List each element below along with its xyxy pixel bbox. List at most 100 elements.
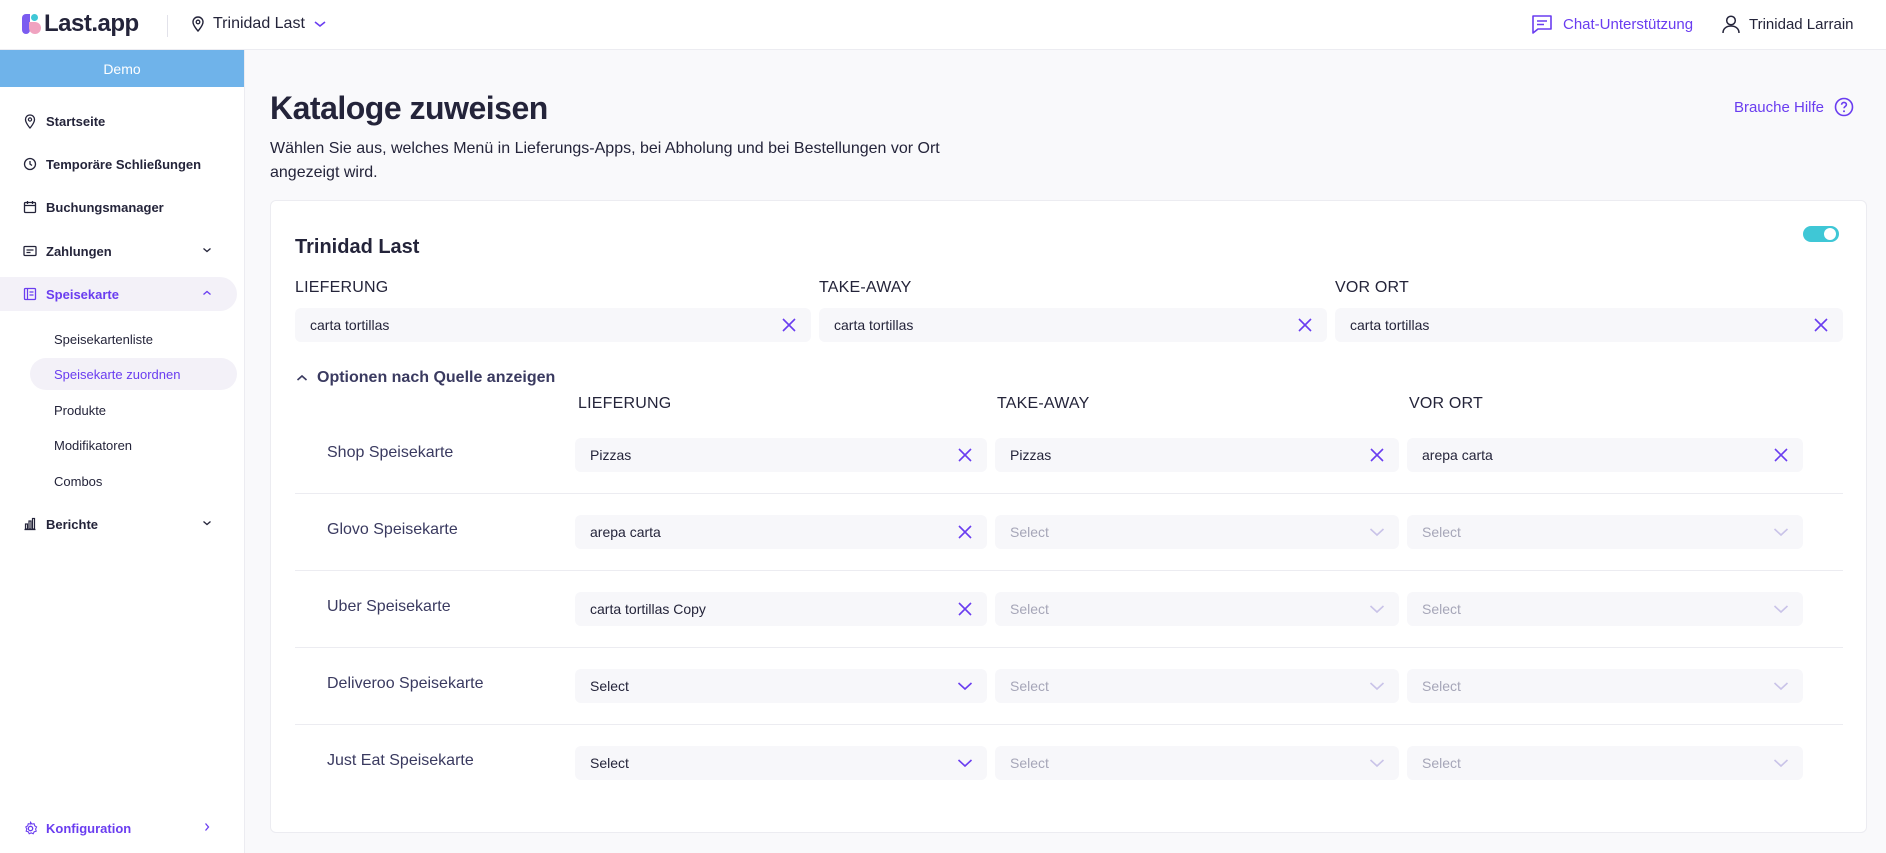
clear-icon[interactable]: [957, 524, 973, 540]
source-select-deliveroo-take-away[interactable]: Select: [995, 669, 1399, 703]
chevron-down-icon: [1773, 682, 1789, 691]
help-label: Brauche Hilfe: [1733, 98, 1824, 116]
sidebar-item-berichte[interactable]: Berichte: [0, 507, 237, 541]
sidebar-item-label: Konfiguration: [46, 820, 132, 836]
source-select-uber-take-away[interactable]: Select: [995, 592, 1399, 626]
logo-mark: [22, 12, 42, 36]
source-select-just-eat-take-away[interactable]: Select: [995, 746, 1399, 780]
location-name: Trinidad Last: [213, 15, 305, 32]
chevron-down-icon: [1369, 759, 1385, 768]
app-logo[interactable]: Last.app: [22, 10, 139, 38]
source-select-uber-vor-ort[interactable]: Select: [1407, 592, 1803, 626]
demo-banner: Demo: [0, 50, 244, 87]
source-select-deliveroo-vor-ort[interactable]: Select: [1407, 669, 1803, 703]
chevron-right-icon: [205, 823, 210, 831]
select-placeholder: Select: [1010, 524, 1049, 540]
clear-icon[interactable]: [1297, 317, 1313, 333]
clear-icon[interactable]: [1773, 447, 1789, 463]
sidebar-item-startseite[interactable]: Startseite: [0, 104, 237, 138]
sidebar-item-label: Buchungsmanager: [46, 199, 164, 215]
select-value: arepa carta: [1422, 447, 1493, 463]
sidebar-item-konfiguration[interactable]: Konfiguration: [0, 811, 237, 845]
column-label-vor-ort: VOR ORT: [1335, 279, 1410, 296]
logo-text: Last.app: [44, 10, 139, 37]
source-select-glovo-vor-ort[interactable]: Select: [1407, 515, 1803, 549]
chevron-up-icon: [296, 374, 308, 381]
sidebar-item-buchungsmanager[interactable]: Buchungsmanager: [0, 190, 237, 224]
chevron-down-icon: [203, 248, 211, 253]
sidebar-subitem-modifikatoren[interactable]: Modifikatoren: [30, 429, 237, 461]
chat-icon: [1532, 15, 1552, 34]
header-divider: [167, 15, 168, 37]
clear-icon[interactable]: [781, 317, 797, 333]
source-select-just-eat-lieferung[interactable]: Select: [575, 746, 987, 780]
menu-icon: [23, 287, 37, 301]
clear-icon[interactable]: [957, 601, 973, 617]
source-select-just-eat-vor-ort[interactable]: Select: [1407, 746, 1803, 780]
chevron-down-icon: [957, 759, 973, 768]
sidebar-item-label: Startseite: [46, 113, 106, 129]
help-link[interactable]: Brauche Hilfe: [1734, 97, 1854, 117]
location-selector[interactable]: Trinidad Last: [191, 15, 327, 33]
options-toggle-label: Optionen nach Quelle anzeigen: [317, 369, 556, 386]
row-separator: [295, 724, 1843, 725]
source-row-label: Shop Speisekarte: [327, 444, 454, 461]
chat-label: Chat-Unterstützung: [1563, 15, 1694, 33]
sidebar-item-speisekarte[interactable]: Speisekarte: [0, 277, 237, 311]
chevron-down-icon: [957, 682, 973, 691]
source-row-label: Just Eat Speisekarte: [327, 752, 474, 769]
location-toggle[interactable]: [1803, 226, 1839, 242]
chevron-down-icon: [314, 21, 326, 28]
source-row-label: Deliveroo Speisekarte: [327, 675, 484, 692]
user-menu[interactable]: Trinidad Larrain: [1721, 14, 1854, 34]
select-placeholder: Select: [1010, 678, 1049, 694]
settings-icon: [24, 820, 37, 835]
chevron-down-icon: [1773, 528, 1789, 537]
source-column-label-lieferung: LIEFERUNG: [578, 395, 672, 412]
source-select-glovo-lieferung[interactable]: arepa carta: [575, 515, 987, 549]
location-pin-icon: [24, 113, 36, 129]
sidebar-item-temporare-schliessungen[interactable]: Temporäre Schließungen: [0, 147, 237, 181]
select-value: carta tortillas: [1350, 317, 1430, 333]
row-separator: [295, 570, 1843, 571]
page-title: Kataloge zuweisen: [270, 90, 548, 126]
sidebar-item-zahlungen[interactable]: Zahlungen: [0, 234, 237, 268]
clear-icon[interactable]: [957, 447, 973, 463]
source-column-label-take-away: TAKE-AWAY: [997, 395, 1090, 412]
select-value: arepa carta: [590, 524, 661, 540]
sidebar-subitem-speisekartenliste[interactable]: Speisekartenliste: [30, 323, 237, 355]
sidebar-item-label: Temporäre Schließungen: [46, 156, 202, 172]
clear-icon[interactable]: [1813, 317, 1829, 333]
sidebar-subitem-speisekarte-zuordnen[interactable]: Speisekarte zuordnen: [30, 358, 237, 390]
select-value: carta tortillas Copy: [590, 601, 706, 617]
source-select-shop-lieferung[interactable]: Pizzas: [575, 438, 987, 472]
chevron-down-icon: [1369, 528, 1385, 537]
select-placeholder: Select: [1422, 524, 1461, 540]
main-select-lieferung[interactable]: carta tortillas: [295, 308, 811, 342]
main-select-take-away[interactable]: carta tortillas: [819, 308, 1327, 342]
sidebar-subitem-produkte[interactable]: Produkte: [30, 394, 237, 426]
location-card: Trinidad Last LIEFERUNG TAKE-AWAY VOR OR…: [270, 200, 1867, 833]
options-by-source-toggle[interactable]: Optionen nach Quelle anzeigen: [295, 369, 555, 387]
question-circle-icon: [1834, 97, 1854, 117]
user-icon: [1722, 15, 1740, 34]
card-title: Trinidad Last: [295, 236, 420, 258]
user-name: Trinidad Larrain: [1749, 15, 1854, 33]
select-placeholder: Select: [1422, 678, 1461, 694]
chat-support-link[interactable]: Chat-Unterstützung: [1531, 14, 1693, 34]
select-value: Pizzas: [590, 447, 632, 463]
sidebar-subitem-combos[interactable]: Combos: [30, 465, 237, 497]
source-select-deliveroo-lieferung[interactable]: Select: [575, 669, 987, 703]
sidebar-item-label: Berichte: [46, 516, 99, 532]
source-select-shop-vor-ort[interactable]: arepa carta: [1407, 438, 1803, 472]
source-select-uber-lieferung[interactable]: carta tortillas Copy: [575, 592, 987, 626]
source-column-label-vor-ort: VOR ORT: [1409, 395, 1484, 412]
source-select-glovo-take-away[interactable]: Select: [995, 515, 1399, 549]
main-select-vor-ort[interactable]: carta tortillas: [1335, 308, 1843, 342]
source-select-shop-take-away[interactable]: Pizzas: [995, 438, 1399, 472]
chart-icon: [24, 517, 36, 531]
select-placeholder: Select: [1010, 755, 1049, 771]
clear-icon[interactable]: [1369, 447, 1385, 463]
select-value: carta tortillas: [834, 317, 914, 333]
sidebar-item-label: Zahlungen: [46, 243, 112, 259]
